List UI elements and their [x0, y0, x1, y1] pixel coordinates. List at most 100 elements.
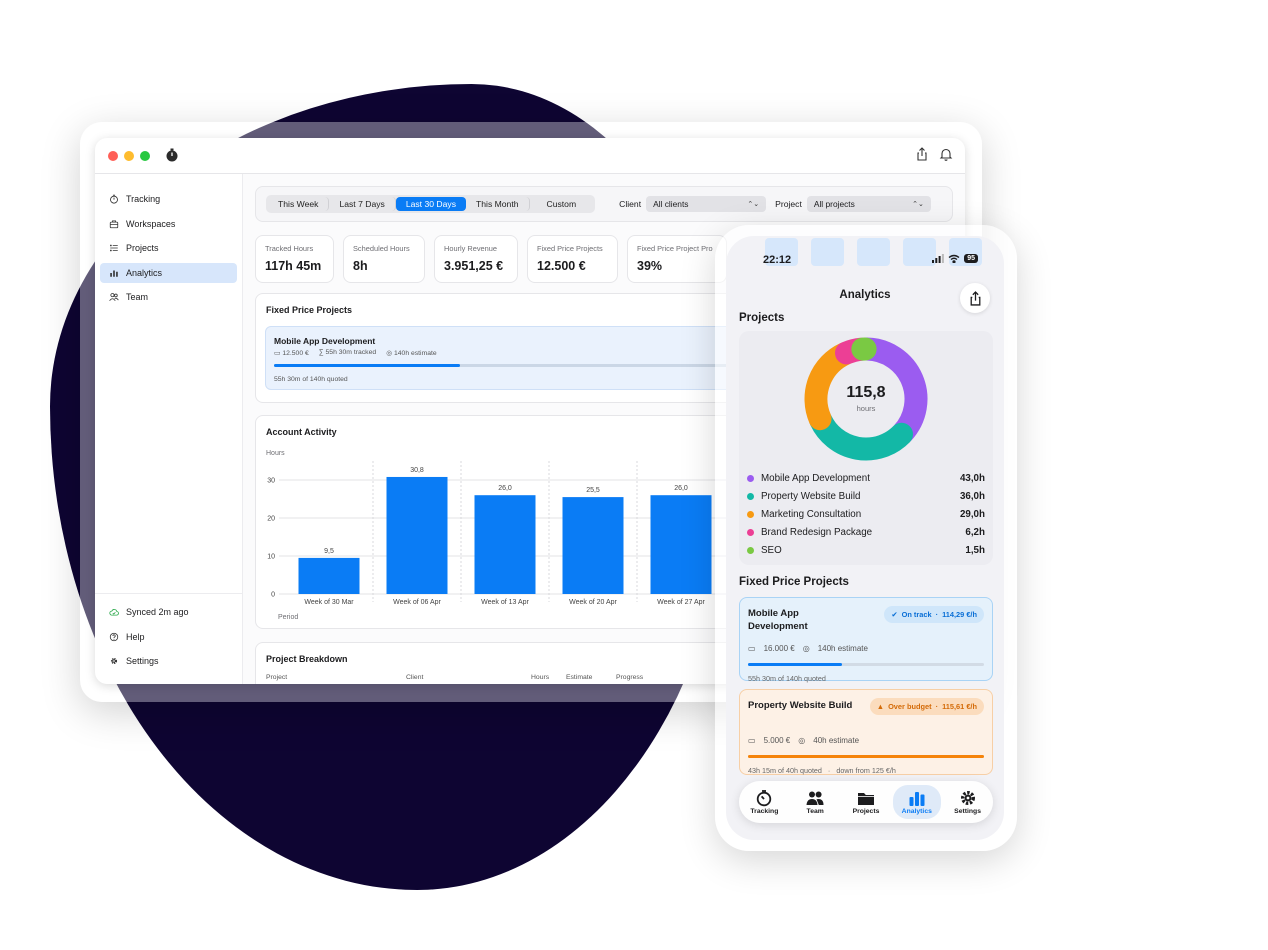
battery-level: 95	[964, 254, 978, 263]
status-text: On track	[901, 610, 932, 619]
x-tick-label: Week of 20 Apr	[569, 599, 617, 606]
range-custom[interactable]: Custom	[530, 197, 594, 211]
chevron-updown-icon: ⌃⌄	[747, 201, 760, 208]
column-header-hours[interactable]: Hours	[531, 674, 549, 681]
sidebar-footer-label: Synced 2m ago	[126, 607, 189, 618]
hourly-rate: 115,61 €/h	[942, 702, 977, 711]
stat-label: Fixed Price Projects	[537, 244, 603, 253]
sidebar-footer-settings[interactable]: Settings	[100, 651, 237, 671]
minimize-window-button[interactable]	[124, 151, 134, 161]
stat-fixed-price-projects: Fixed Price Projects 12.500 €	[527, 235, 618, 283]
close-window-button[interactable]	[108, 151, 118, 161]
zoom-window-button[interactable]	[140, 151, 150, 161]
sidebar-item-team[interactable]: Team	[100, 287, 237, 307]
legend-hours: 1,5h	[965, 544, 985, 556]
range-this-week[interactable]: This Week	[268, 197, 330, 211]
progress-fill	[748, 663, 843, 666]
tab-tracking[interactable]: Tracking	[740, 789, 788, 815]
fixed-price-card-mobile-app-development[interactable]: Mobile App Development ✔ On track · 114,29 €…	[739, 597, 993, 683]
legend-item-mobile-app-development[interactable]: Mobile App Development 43,0h	[747, 469, 985, 487]
quoted-text: 55h 30m of 140h quoted	[274, 376, 348, 383]
status-time: 22:12	[763, 254, 792, 266]
check-circle-icon: ✔	[891, 610, 898, 619]
stat-label: Fixed Price Project Pro	[637, 244, 713, 253]
tab-analytics[interactable]: Analytics	[892, 785, 941, 819]
client-select[interactable]: All clients ⌃⌄	[646, 196, 767, 212]
share-icon[interactable]	[915, 147, 929, 161]
legend-color-dot	[747, 528, 754, 536]
filter-bar: This Week Last 7 Days Last 30 Days This Mon…	[255, 186, 953, 222]
y-tick-label: 30	[267, 478, 275, 485]
quoted-text: 55h 30m of 140h quoted	[748, 674, 826, 683]
status-text: Over budget	[888, 702, 932, 711]
share-icon	[970, 290, 980, 306]
separator-dot: ·	[935, 610, 939, 619]
chart-icon	[110, 270, 118, 277]
projects-heading: Projects	[739, 312, 785, 324]
range-last-7-days[interactable]: Last 7 Days	[329, 197, 396, 211]
column-header-project[interactable]: Project	[266, 674, 287, 681]
column-header-estimate[interactable]: Estimate	[566, 674, 592, 681]
legend-item-seo[interactable]: SEO 1,5h	[747, 541, 985, 559]
tracked-tag: ∑ 55h 30m tracked	[318, 349, 377, 356]
legend-item-marketing-consultation[interactable]: Marketing Consultation 29,0h	[747, 505, 985, 523]
sidebar-footer-help[interactable]: Help	[100, 627, 237, 647]
sidebar-footer-label: Help	[126, 631, 145, 642]
legend-hours: 29,0h	[959, 508, 985, 520]
progress-bar	[274, 364, 744, 367]
project-meta: ▭ 5.000 € ◎ 40h estimate	[748, 736, 859, 745]
legend-item-property-website-build[interactable]: Property Website Build 36,0h	[747, 487, 985, 505]
chevron-updown-icon: ⌃⌄	[912, 201, 924, 208]
bar-week-of-30-mar[interactable]	[298, 557, 360, 594]
app-stopwatch-icon	[166, 148, 178, 162]
briefcase-icon	[109, 220, 119, 228]
tab-label: Tracking	[750, 808, 779, 815]
stat-value: 39%	[637, 259, 663, 273]
project-select[interactable]: All projects ⌃⌄	[806, 196, 931, 212]
bar-week-of-27-apr[interactable]	[650, 495, 712, 594]
sidebar-item-workspaces[interactable]: Workspaces	[100, 214, 237, 234]
card-title: Fixed Price Projects	[266, 305, 353, 315]
stat-label: Scheduled Hours	[353, 244, 410, 253]
range-this-month[interactable]: This Month	[466, 197, 530, 211]
banknote-icon: ▭	[748, 736, 756, 745]
fixed-price-card-property-website-build[interactable]: Property Website Build ▲ Over budget · 115,6…	[739, 689, 993, 775]
date-range-segmented-control: This Week Last 7 Days Last 30 Days This Mon…	[266, 195, 596, 213]
bar-value-label: 25,5	[586, 487, 600, 494]
legend-item-brand-redesign-package[interactable]: Brand Redesign Package 6,2h	[747, 523, 985, 541]
donut-total: 115,8	[846, 384, 886, 401]
sidebar-item-label: Projects	[126, 243, 159, 254]
project-name: Mobile App Development	[748, 608, 808, 632]
bell-icon[interactable]	[939, 147, 953, 161]
project-select-value: All projects	[813, 199, 855, 209]
range-last-30-days[interactable]: Last 30 Days	[395, 197, 466, 211]
donut-slice-property-website-build[interactable]	[809, 408, 913, 461]
tab-team[interactable]: Team	[791, 789, 839, 815]
bar-week-of-13-apr[interactable]	[474, 495, 536, 594]
y-axis-label: Hours	[266, 450, 285, 457]
hourly-rate: 114,29 €/h	[942, 610, 977, 619]
sidebar-item-tracking[interactable]: Tracking	[100, 189, 237, 209]
bar-week-of-20-apr[interactable]	[562, 497, 624, 594]
folder-icon	[857, 793, 874, 805]
bar-week-of-06-apr[interactable]	[386, 476, 448, 594]
legend-hours: 36,0h	[959, 490, 985, 502]
tab-settings[interactable]: Settings	[944, 789, 992, 815]
share-button[interactable]	[960, 283, 990, 313]
progress-bar	[748, 663, 984, 666]
sidebar-item-analytics[interactable]: Analytics	[100, 262, 237, 283]
y-tick-label: 0	[271, 592, 275, 599]
list-icon	[110, 244, 118, 252]
cloud-check-icon	[109, 609, 119, 616]
phone-screen: 22:12 95 Analytics Projects 115,8 hours …	[726, 236, 1004, 840]
column-header-progress[interactable]: Progress	[616, 674, 643, 681]
column-header-client[interactable]: Client	[406, 674, 423, 681]
stat-value: 117h 45m	[265, 259, 322, 273]
bar-value-label: 26,0	[498, 485, 512, 492]
sidebar-item-projects[interactable]: Projects	[100, 238, 237, 258]
tab-label: Settings	[954, 808, 981, 815]
legend-color-dot	[747, 474, 754, 482]
tab-projects[interactable]: Projects	[842, 789, 890, 815]
gear-icon	[110, 658, 118, 665]
sidebar: Tracking Workspaces Projects Analytics Team …	[95, 174, 243, 684]
